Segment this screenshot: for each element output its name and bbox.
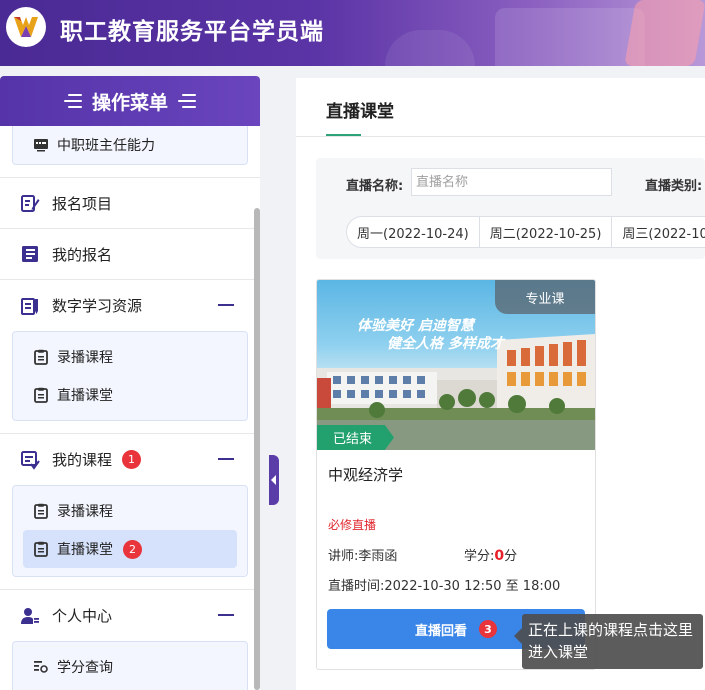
live-type-label: 直播类别: [645, 179, 703, 194]
edit-document-icon [20, 193, 40, 213]
clipboard-icon [33, 387, 49, 403]
step-badge: 1 [122, 450, 142, 469]
credit-label: 学分: [464, 549, 495, 564]
menu-title: 操作菜单 [91, 91, 168, 114]
sidebar-subitem-live-active[interactable]: 直播课堂 2 [23, 530, 237, 568]
live-name-label: 直播名称: [346, 179, 404, 194]
menu-lines-icon [63, 94, 82, 108]
sidebar-subitem-label: 录播课程 [57, 350, 113, 366]
sidebar-item-my-enrollment[interactable]: 我的报名 [0, 229, 260, 280]
collapse-icon[interactable] [218, 614, 234, 616]
digital-resources-submenu: 录播课程 直播课堂 [12, 331, 248, 421]
clipboard-icon [33, 541, 49, 557]
day-tabs: 周一(2022-10-24) 周二(2022-10-25) 周三(2022-10… [346, 216, 705, 248]
sidebar-scrollbar[interactable] [254, 208, 260, 690]
course-name[interactable]: 中观经济学 [328, 464, 403, 485]
category-tag: 专业课 [495, 280, 595, 314]
sidebar-subitem-label: 直播课堂 [57, 542, 113, 558]
sidebar-item-digital-resources[interactable]: 数字学习资源 [0, 280, 260, 331]
day-tab-monday[interactable]: 周一(2022-10-24) [346, 216, 480, 248]
top-submenu: 中职班主任能力 [12, 126, 248, 165]
course-cover-image[interactable]: 体验美好 启迪智慧 健全人格 多样成才 专业课 已结束 [317, 280, 595, 450]
header-decoration [385, 30, 475, 66]
guide-tooltip: 正在上课的课程点击这里进入课堂 [514, 614, 703, 669]
sidebar-item-label: 数字学习资源 [52, 297, 143, 315]
course-card[interactable]: 体验美好 启迪智慧 健全人格 多样成才 专业课 已结束 中观经济学 必修直播 讲… [316, 279, 596, 670]
clipboard-icon [33, 349, 49, 365]
sidebar-item-label: 我的课程 [52, 451, 113, 469]
sidebar-subitem-recorded[interactable]: 录播课程 [13, 338, 247, 376]
sidebar-subitem-label: 录播课程 [57, 504, 113, 520]
logo-icon [14, 17, 38, 37]
slogan-line-2: 健全人格 多样成才 [387, 335, 506, 352]
sidebar-subitem-recorded[interactable]: 录播课程 [13, 492, 247, 530]
day-tab-tuesday[interactable]: 周二(2022-10-25) [478, 216, 613, 248]
header-decoration [495, 8, 645, 66]
sidebar-item-personal-center[interactable]: 个人中心 [0, 590, 260, 641]
course-type: 必修直播 [328, 518, 377, 532]
menu-header: 操作菜单 [0, 76, 260, 126]
my-courses-submenu: 录播课程 直播课堂 2 [12, 485, 248, 577]
sidebar: 操作菜单 中职班主任能力 报名项目 我的报名 数字学习资源 录播课程 直播课堂 … [0, 76, 260, 690]
teacher-name: 李雨函 [358, 549, 398, 564]
sidebar-collapse-handle[interactable] [269, 455, 279, 505]
app-title: 职工教育服务平台学员端 [60, 19, 324, 45]
live-name-input[interactable] [411, 168, 612, 196]
collapse-icon[interactable] [218, 458, 234, 460]
credit-unit: 分 [504, 549, 518, 564]
course-icon [20, 450, 40, 470]
clipboard-icon [33, 503, 49, 519]
user-settings-icon [20, 606, 40, 626]
teacher-label: 讲师: [328, 549, 359, 564]
sidebar-subitem-live[interactable]: 直播课堂 [13, 376, 247, 414]
platform-logo[interactable] [6, 7, 46, 47]
time-label: 直播时间: [328, 579, 385, 594]
filter-panel: 直播名称: 直播类别: 周一(2022-10-24) 周二(2022-10-25… [316, 158, 705, 259]
sidebar-subitem-label: 直播课堂 [57, 388, 113, 404]
sidebar-subitem-class-teacher[interactable]: 中职班主任能力 [13, 126, 247, 164]
app-header: 职工教育服务平台学员端 [0, 0, 705, 66]
search-list-icon [33, 659, 49, 675]
tab-divider [296, 136, 705, 137]
credit-info: 学分:0分 [464, 545, 517, 564]
step-badge: 3 [479, 620, 497, 638]
tab-live-class[interactable]: 直播课堂 [326, 97, 394, 122]
monitor-icon [33, 137, 49, 153]
slogan-line-1: 体验美好 启迪智慧 [357, 317, 476, 334]
sidebar-item-label: 个人中心 [52, 607, 113, 625]
step-badge: 2 [123, 539, 142, 559]
collapse-icon[interactable] [218, 304, 234, 306]
replay-button-label: 直播回看 [414, 623, 467, 639]
live-time-info: 直播时间:2022-10-30 12:50 至 18:00 [328, 575, 560, 594]
status-badge: 已结束 [317, 425, 395, 450]
sidebar-subitem-label: 中职班主任能力 [57, 138, 155, 154]
sidebar-item-label: 我的报名 [52, 245, 113, 264]
teacher-info: 讲师:李雨函 [328, 545, 397, 564]
sidebar-subitem-credit-query[interactable]: 学分查询 [13, 648, 247, 686]
personal-center-submenu: 学分查询 [12, 641, 248, 690]
sidebar-item-enroll-project[interactable]: 报名项目 [0, 178, 260, 229]
header-decoration [624, 0, 705, 66]
sidebar-item-my-courses[interactable]: 我的课程 1 [0, 434, 260, 485]
book-pen-icon [20, 296, 40, 316]
menu-lines-icon [178, 94, 196, 108]
live-time: 2022-10-30 12:50 至 18:00 [384, 579, 561, 594]
notebook-icon [20, 244, 40, 264]
day-tab-wednesday[interactable]: 周三(2022-10-26) [611, 216, 705, 248]
sidebar-subitem-label: 学分查询 [57, 660, 113, 676]
main-content: 直播课堂 直播名称: 直播类别: 周一(2022-10-24) 周二(2022-… [296, 78, 705, 690]
credit-value: 0 [494, 548, 505, 564]
sidebar-item-label: 报名项目 [52, 194, 113, 213]
